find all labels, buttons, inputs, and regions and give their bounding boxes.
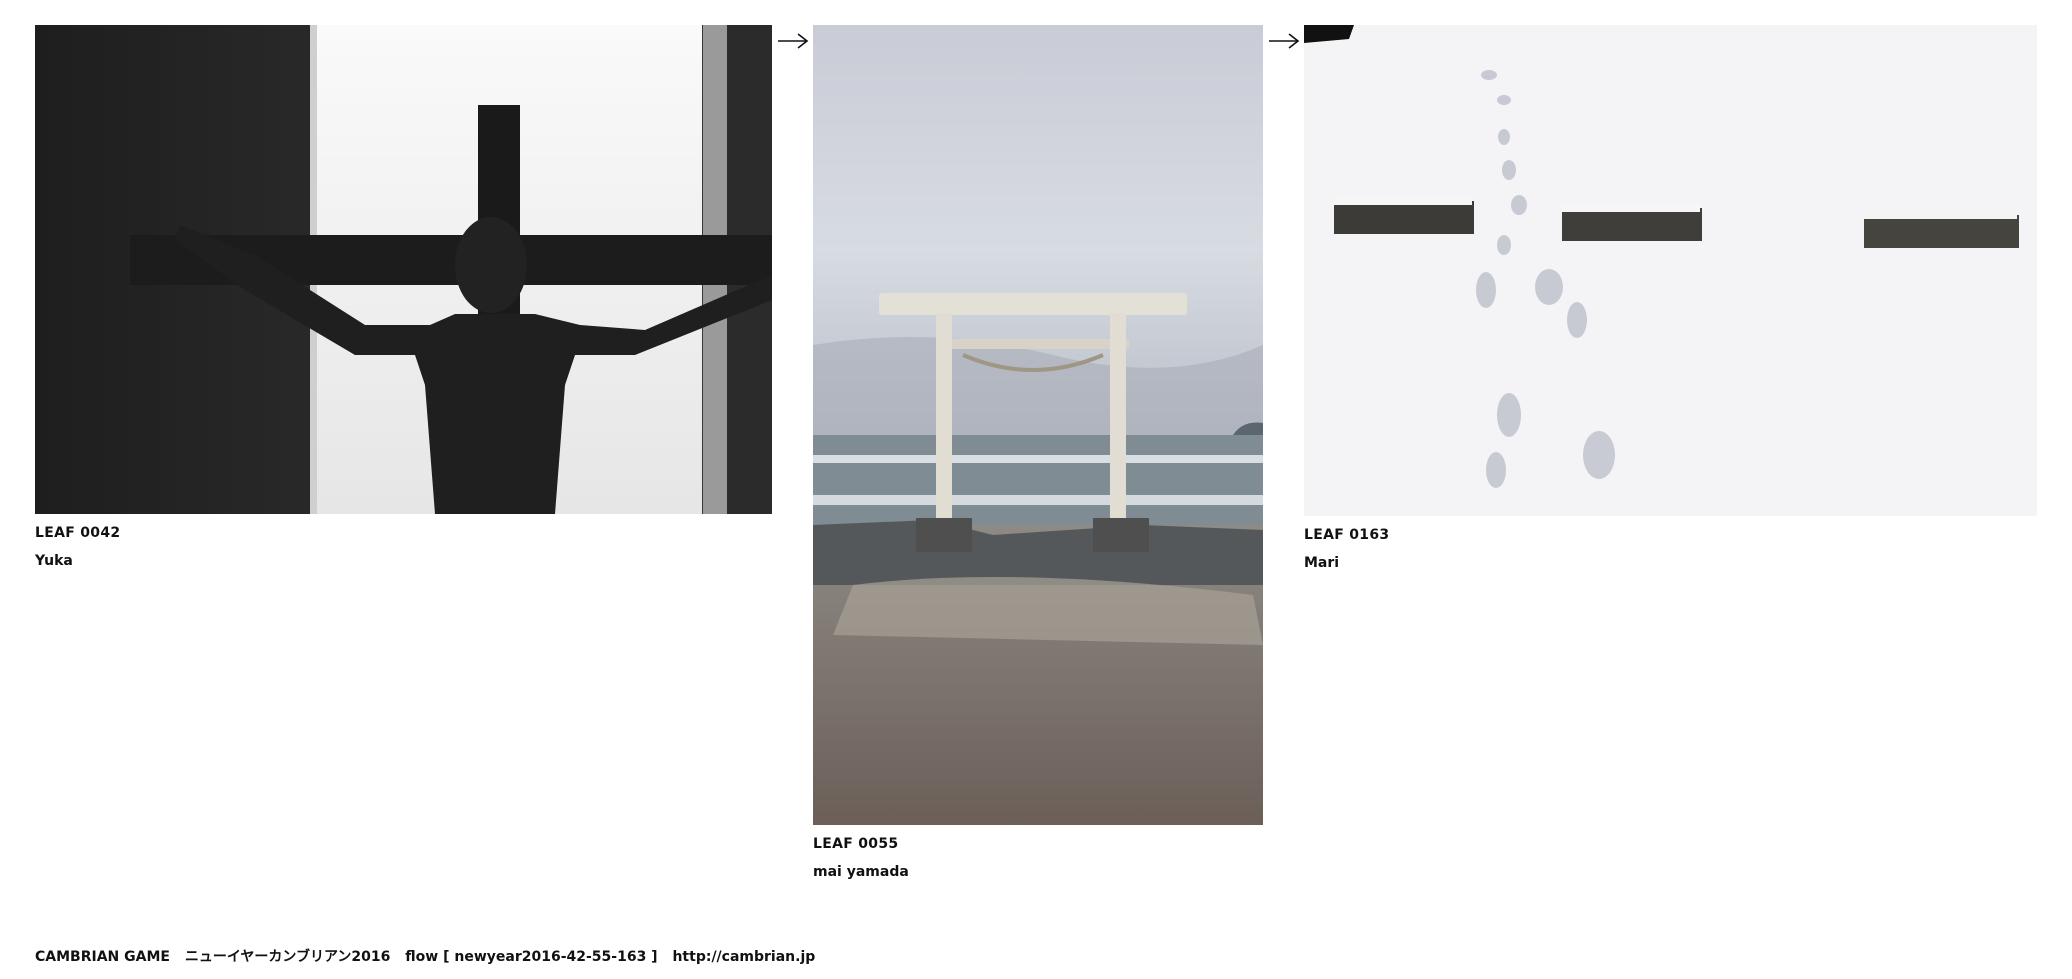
footer-brand: CAMBRIAN GAME (35, 949, 170, 965)
footer-flow: flow [ newyear2016-42-55-163 ] (405, 949, 658, 965)
footer-event: ニューイヤーカンブリアン2016 (184, 949, 391, 965)
leaf-id[interactable]: LEAF 0042 (35, 525, 120, 541)
torii-gate-photo[interactable] (813, 25, 1263, 825)
snow-footprints-photo[interactable] (1304, 25, 2037, 516)
right-arrow-icon (778, 33, 809, 49)
leaf-author[interactable]: mai yamada (813, 864, 909, 880)
footer: CAMBRIAN GAME ニューイヤーカンブリアン2016 flow [ ne… (35, 946, 825, 966)
right-arrow-icon (1269, 33, 1300, 49)
leaf-author[interactable]: Yuka (35, 553, 73, 569)
footer-url-link[interactable]: http://cambrian.jp (672, 949, 815, 965)
leaf-id[interactable]: LEAF 0163 (1304, 527, 1389, 543)
leaf-id[interactable]: LEAF 0055 (813, 836, 898, 852)
crucifix-photo[interactable] (35, 25, 772, 514)
leaf-author[interactable]: Mari (1304, 555, 1339, 571)
